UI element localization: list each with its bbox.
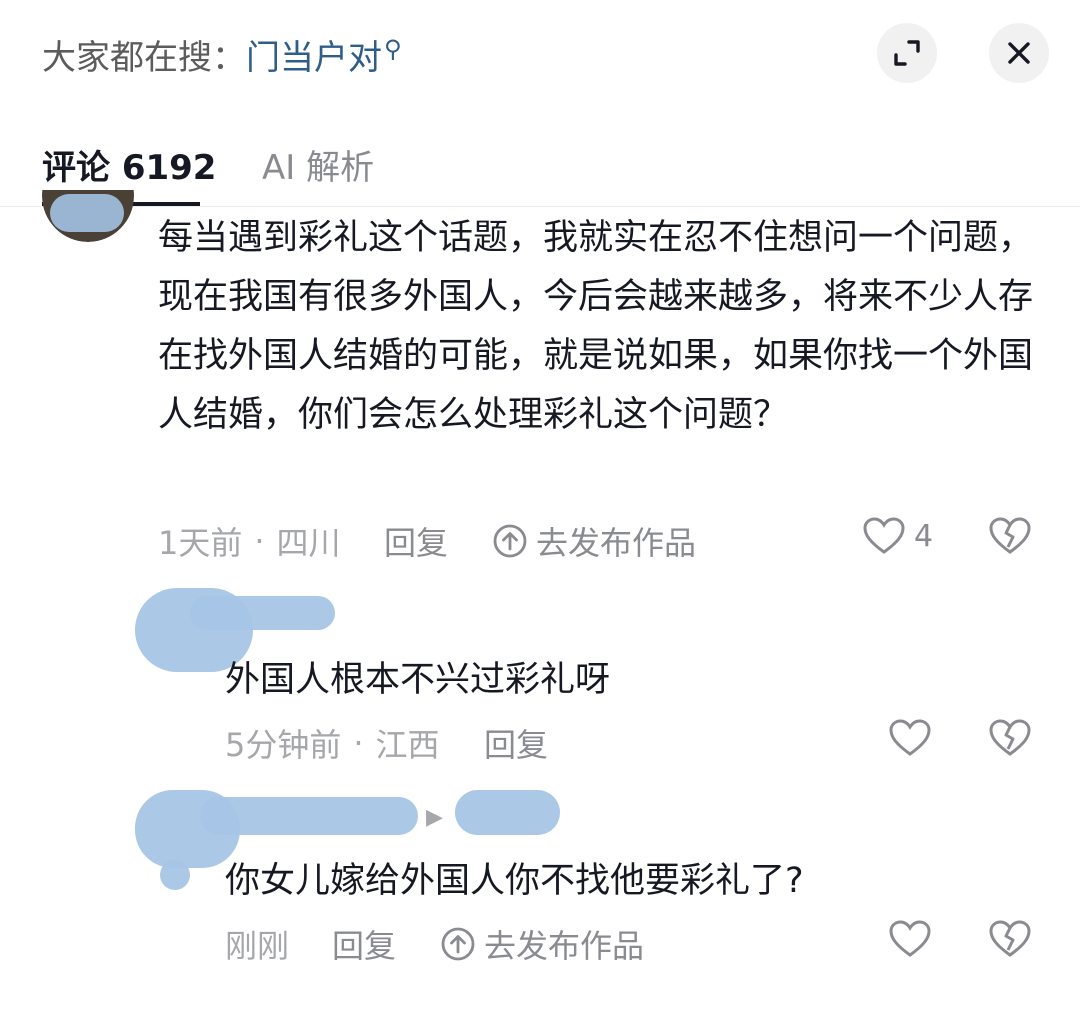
comment-meta: 刚刚 xyxy=(225,921,289,967)
comment-meta: 5分钟前 · 江西 xyxy=(225,720,440,766)
heart-icon xyxy=(889,920,931,957)
like-count: 4 xyxy=(914,518,934,554)
publish-work-button[interactable]: 去发布作品 xyxy=(492,518,696,564)
avatar[interactable] xyxy=(42,190,134,242)
meta-separator: · xyxy=(353,724,364,762)
heart-icon xyxy=(863,517,905,554)
comment-time: 5分钟前 xyxy=(225,726,342,764)
broken-heart-icon xyxy=(989,920,1031,957)
dislike-button[interactable] xyxy=(988,919,1032,959)
expand-icon xyxy=(894,40,920,66)
like-button[interactable] xyxy=(888,718,932,758)
tab-ai-analysis[interactable]: AI 解析 xyxy=(262,140,374,189)
comment-location: 江西 xyxy=(375,726,440,764)
dislike-button[interactable] xyxy=(988,516,1032,556)
heart-icon xyxy=(889,719,931,756)
tabs-divider xyxy=(0,206,1080,207)
username-redacted[interactable] xyxy=(200,797,418,835)
reply-to-arrow-icon: ▶ xyxy=(426,805,443,830)
comment-time: 1天前 xyxy=(158,524,243,562)
reply-button[interactable]: 回复 xyxy=(332,921,396,967)
dislike-button[interactable] xyxy=(988,718,1032,758)
close-icon xyxy=(1008,42,1030,64)
close-button[interactable] xyxy=(989,23,1049,83)
like-button[interactable]: 4 xyxy=(862,516,933,556)
broken-heart-icon xyxy=(989,719,1031,756)
upload-circle-icon xyxy=(441,927,475,961)
comment-meta: 1天前 · 四川 xyxy=(158,518,341,564)
publish-work-button[interactable]: 去发布作品 xyxy=(440,921,644,967)
publish-work-label: 去发布作品 xyxy=(536,524,697,562)
comment-time: 刚刚 xyxy=(225,927,290,965)
like-button[interactable] xyxy=(888,919,932,959)
search-suggestion-term[interactable]: 门当户对 xyxy=(246,38,382,78)
upload-circle-icon xyxy=(493,524,527,558)
comment-text: 外国人根本不兴过彩礼呀 xyxy=(225,660,611,700)
comment-location: 四川 xyxy=(276,524,341,562)
expand-button[interactable] xyxy=(877,23,937,83)
broken-heart-icon xyxy=(989,517,1031,554)
comment-text: 每当遇到彩礼这个话题，我就实在忍不住想问一个问题，现在我国有很多外国人，今后会越… xyxy=(158,218,1034,435)
reply-button[interactable]: 回复 xyxy=(484,720,548,766)
tab-comments[interactable]: 评论 6192 xyxy=(42,140,216,189)
search-suggestion[interactable]: 大家都在搜：门当户对⚲ xyxy=(42,30,402,79)
reply-target-username-redacted[interactable] xyxy=(455,790,560,835)
publish-work-label: 去发布作品 xyxy=(484,927,645,965)
username-redacted[interactable] xyxy=(190,596,335,630)
comment-text: 你女儿嫁给外国人你不找他要彩礼了? xyxy=(225,861,804,901)
reply-button[interactable]: 回复 xyxy=(384,518,448,564)
search-icon: ⚲ xyxy=(384,35,402,63)
meta-separator: · xyxy=(254,522,265,560)
search-suggestion-prefix: 大家都在搜： xyxy=(42,38,246,78)
avatar-redaction-mark xyxy=(160,860,190,890)
